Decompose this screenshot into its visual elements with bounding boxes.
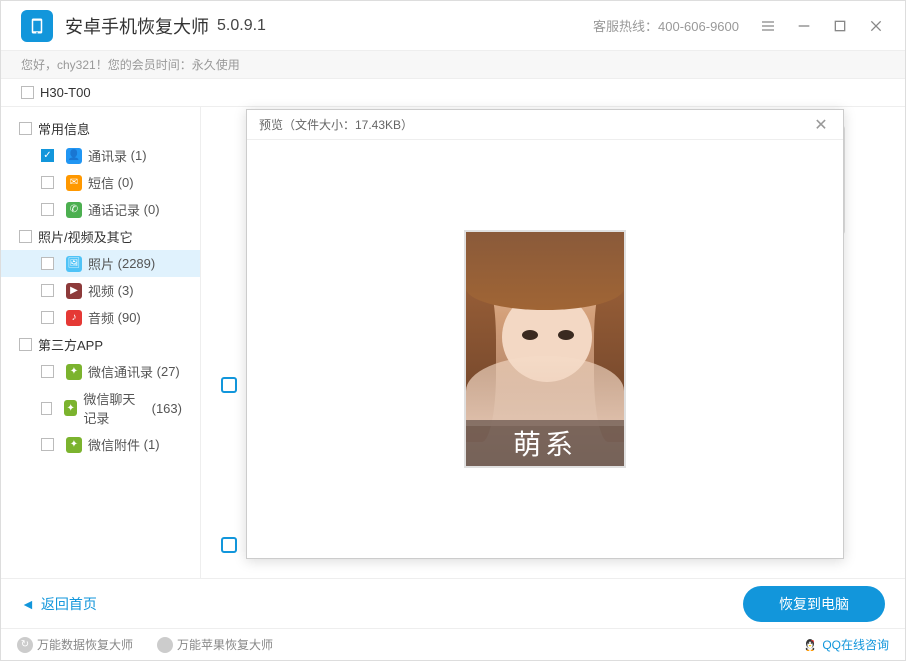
item-label: 通讯录 (88, 146, 127, 165)
back-home-link[interactable]: ◄ 返回首页 (21, 594, 97, 614)
footer-link-label: 万能苹果恢复大师 (177, 636, 273, 653)
qq-label: QQ在线咨询 (822, 636, 889, 653)
modal-body: 萌系 (247, 140, 843, 558)
device-row: H30-T00 (1, 79, 905, 107)
photo-checkbox[interactable] (221, 377, 237, 393)
app-title: 安卓手机恢复大师 (65, 13, 209, 39)
tree-item-photos[interactable]: 🖼 照片 (2289) (1, 250, 200, 277)
bottom-bar: ◄ 返回首页 恢复到电脑 (1, 578, 905, 628)
wechat-icon: ✦ (64, 400, 77, 416)
recover-button[interactable]: 恢复到电脑 (743, 586, 885, 622)
back-label: 返回首页 (41, 594, 97, 614)
tree-group-media[interactable]: 照片/视频及其它 (1, 223, 200, 250)
item-checkbox[interactable] (41, 176, 54, 189)
tree-item-videos[interactable]: ▶ 视频 (3) (1, 277, 200, 304)
footer-link-data-recovery[interactable]: ↻ 万能数据恢复大师 (17, 636, 133, 653)
item-checkbox[interactable] (41, 284, 54, 297)
apple-icon (157, 637, 173, 653)
tree-item-calllog[interactable]: ✆ 通话记录 (0) (1, 196, 200, 223)
audio-icon: ♪ (66, 310, 82, 326)
qq-support-link[interactable]: QQ在线咨询 (802, 636, 889, 653)
tree-item-audio[interactable]: ♪ 音频 (90) (1, 304, 200, 331)
item-label: 微信附件 (88, 435, 140, 454)
minimize-icon[interactable] (795, 17, 813, 35)
close-icon[interactable] (867, 17, 885, 35)
app-window: 安卓手机恢复大师 5.0.9.1 客服热线：400-606-9600 您好，ch… (0, 0, 906, 661)
titlebar: 安卓手机恢复大师 5.0.9.1 客服热线：400-606-9600 (1, 1, 905, 51)
tree-item-sms[interactable]: ✉ 短信 (0) (1, 169, 200, 196)
greeting-bar: 您好，chy321！您的会员时间：永久使用 (1, 51, 905, 79)
item-label: 短信 (88, 173, 114, 192)
wechat-icon: ✦ (66, 437, 82, 453)
item-checkbox[interactable] (41, 257, 54, 270)
greeting-text: 您好，chy321！您的会员时间：永久使用 (21, 56, 240, 73)
group-checkbox[interactable] (19, 230, 32, 243)
group-label: 照片/视频及其它 (38, 227, 133, 246)
item-count: (163) (152, 401, 182, 416)
app-version: 5.0.9.1 (217, 17, 266, 35)
item-checkbox[interactable] (41, 149, 54, 162)
item-count: (0) (144, 202, 160, 217)
item-count: (0) (118, 175, 134, 190)
footer-link-label: 万能数据恢复大师 (37, 636, 133, 653)
tree-item-contacts[interactable]: 👤 通讯录 (1) (1, 142, 200, 169)
item-checkbox[interactable] (41, 311, 54, 324)
photo-checkbox[interactable] (221, 537, 237, 553)
item-count: (3) (118, 283, 134, 298)
qq-icon (802, 637, 818, 653)
item-label: 微信通讯录 (88, 362, 153, 381)
close-icon[interactable]: ✕ (811, 115, 831, 135)
phone-icon: ✆ (66, 202, 82, 218)
item-count: (27) (157, 364, 180, 379)
modal-title: 预览（文件大小：17.43KB） (259, 116, 413, 133)
tree-item-wxattach[interactable]: ✦ 微信附件 (1) (1, 431, 200, 458)
group-checkbox[interactable] (19, 338, 32, 351)
item-checkbox[interactable] (41, 365, 54, 378)
hotline: 客服热线：400-606-9600 (593, 16, 739, 35)
group-label: 常用信息 (38, 119, 90, 138)
item-count: (2289) (118, 256, 156, 271)
app-logo-icon (21, 10, 53, 42)
device-checkbox[interactable] (21, 86, 34, 99)
back-arrow-icon: ◄ (21, 596, 35, 612)
group-checkbox[interactable] (19, 122, 32, 135)
item-label: 音频 (88, 308, 114, 327)
refresh-icon: ↻ (17, 637, 33, 653)
tree-group-thirdparty[interactable]: 第三方APP (1, 331, 200, 358)
image-caption: 萌系 (466, 420, 624, 466)
item-count: (1) (131, 148, 147, 163)
footer: ↻ 万能数据恢复大师 万能苹果恢复大师 QQ在线咨询 (1, 628, 905, 660)
maximize-icon[interactable] (831, 17, 849, 35)
photo-icon: 🖼 (66, 256, 82, 272)
preview-modal: 预览（文件大小：17.43KB） ✕ 萌系 (246, 109, 844, 559)
device-name: H30-T00 (40, 85, 91, 100)
menu-icon[interactable] (759, 17, 777, 35)
item-checkbox[interactable] (41, 203, 54, 216)
video-icon: ▶ (66, 283, 82, 299)
tree-item-wxchat[interactable]: ✦ 微信聊天记录 (163) (1, 385, 200, 431)
item-label: 微信聊天记录 (83, 389, 148, 427)
item-label: 照片 (88, 254, 114, 273)
tree-group-common[interactable]: 常用信息 (1, 115, 200, 142)
item-label: 视频 (88, 281, 114, 300)
item-checkbox[interactable] (41, 438, 54, 451)
group-label: 第三方APP (38, 335, 103, 354)
sidebar: 常用信息 👤 通讯录 (1) ✉ 短信 (0) ✆ 通话记录 (0) (1, 107, 201, 578)
sms-icon: ✉ (66, 175, 82, 191)
tree-item-wxcontacts[interactable]: ✦ 微信通讯录 (27) (1, 358, 200, 385)
contacts-icon: 👤 (66, 148, 82, 164)
footer-link-apple-recovery[interactable]: 万能苹果恢复大师 (157, 636, 273, 653)
item-count: (1) (144, 437, 160, 452)
preview-image: 萌系 (464, 230, 626, 468)
item-label: 通话记录 (88, 200, 140, 219)
item-count: (90) (118, 310, 141, 325)
wechat-icon: ✦ (66, 364, 82, 380)
modal-header: 预览（文件大小：17.43KB） ✕ (247, 110, 843, 140)
item-checkbox[interactable] (41, 402, 52, 415)
